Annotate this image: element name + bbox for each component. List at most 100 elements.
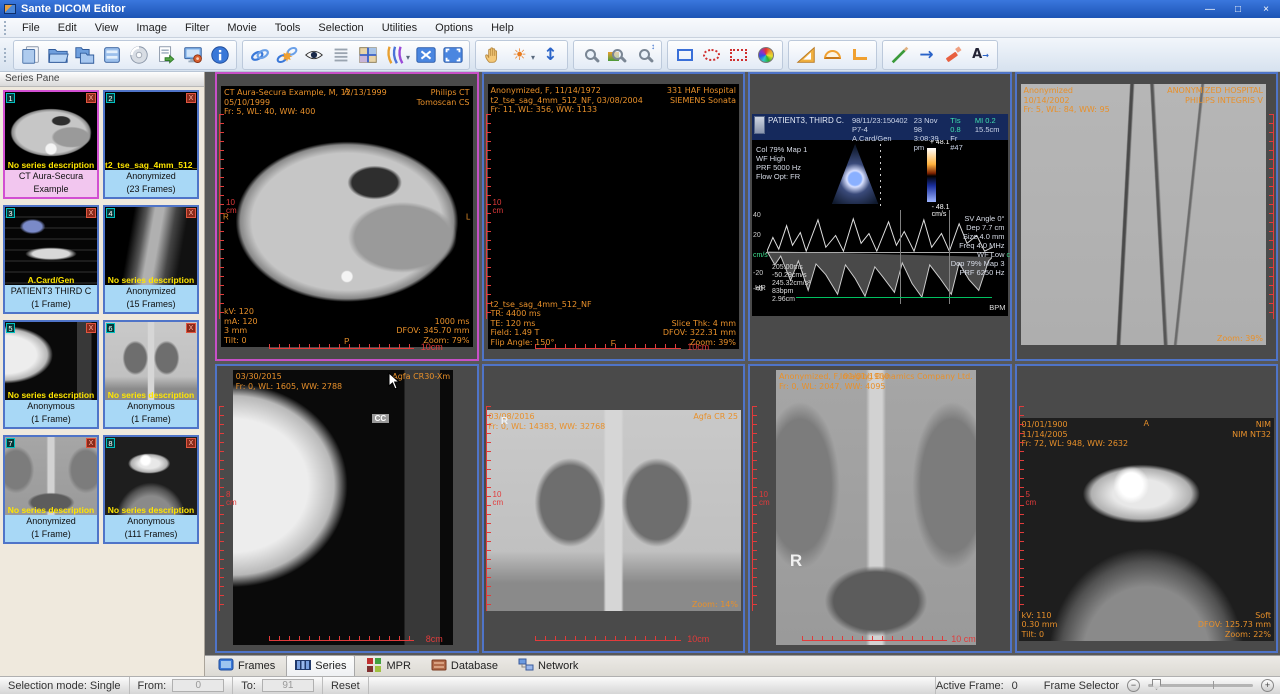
from-field[interactable]: 0 (172, 679, 224, 692)
ultrasound-header: PATIENT3, THIRD C. 98/11/23:150402 P7-4 … (752, 114, 1008, 140)
frame-selector-plus-button[interactable]: + (1261, 679, 1274, 692)
tab-mpr[interactable]: MPR (357, 654, 419, 679)
angle-icon[interactable] (846, 41, 873, 68)
thumbnail-series-1[interactable]: 1 X No series description CT Aura-Secura… (3, 90, 99, 199)
thumbnail-close-icon[interactable]: X (186, 438, 196, 448)
thumbnail-series-8[interactable]: 8 X No series description Anonymous(111 … (103, 435, 199, 544)
menu-utilities[interactable]: Utilities (373, 20, 426, 36)
thumbnail-series-2[interactable]: 2 X t2_tse_sag_4mm_512_NF Anonymized(23 … (103, 90, 199, 199)
spectral-scale-right: 4020cm/s-20-40 (993, 210, 1007, 306)
thumbnail-close-icon[interactable]: X (186, 208, 196, 218)
thumbnail-close-icon[interactable]: X (86, 208, 96, 218)
zoom-icon[interactable] (577, 41, 604, 68)
frame-selector-slider[interactable] (1148, 684, 1253, 687)
pan-hand-icon[interactable] (479, 41, 506, 68)
viewport-mri-brain[interactable]: Anonymized, F, 11/14/1972 t2_tse_sag_4mm… (482, 72, 746, 361)
thumbnail-close-icon[interactable]: X (86, 438, 96, 448)
frame-selector-minus-button[interactable]: − (1127, 679, 1140, 692)
display-settings-icon[interactable] (179, 41, 206, 68)
thumbnail-close-icon[interactable]: X (186, 323, 196, 333)
arrow-icon[interactable]: → (913, 41, 940, 68)
tab-frames[interactable]: Frames (209, 655, 284, 678)
protractor-icon[interactable] (819, 41, 846, 68)
tab-database[interactable]: Database (422, 654, 507, 679)
paste-icon[interactable] (17, 41, 44, 68)
thumbnail-series-5[interactable]: 5 X No series description Anonymous(1 Fr… (3, 320, 99, 429)
dicom-overlay-top-left: Anonymized 10/14/2002 Fr: 5, WL: 84, WW:… (1024, 86, 1110, 115)
thumbnail-series-7[interactable]: 7 X No series description Anonymized(1 F… (3, 435, 99, 544)
menu-options[interactable]: Options (426, 20, 482, 36)
horizontal-ruler (802, 636, 947, 641)
full-screen-icon[interactable] (439, 41, 466, 68)
close-button[interactable]: × (1252, 1, 1280, 17)
pencil-icon[interactable] (886, 41, 913, 68)
viewport-dental-ct[interactable]: 01/01/1900 11/14/2005 Fr: 72, WL: 948, W… (1015, 364, 1279, 653)
time-cursor (900, 210, 901, 304)
menu-help[interactable]: Help (482, 20, 523, 36)
thumbnail-close-icon[interactable]: X (86, 93, 96, 103)
dicom-overlay-bottom-right: Soft DFOV: 125.73 mm Zoom: 22% (1198, 611, 1271, 640)
open-multiple-icon[interactable] (71, 41, 98, 68)
us-depth: 15.5cm (975, 125, 1000, 134)
dicom-overlay-top-right: Philips CT Tomoscan CS (417, 88, 470, 107)
viewport-chest-xray[interactable]: 03/08/2016 Fr: 0, WL: 14383, WW: 32768 A… (482, 364, 746, 653)
link-icon[interactable] (246, 41, 273, 68)
menu-filter[interactable]: Filter (176, 20, 218, 36)
viewport-ct-abdomen[interactable]: CT Aura-Secura Example, M, 12/13/1999 05… (215, 72, 479, 361)
zoom-image-icon[interactable] (604, 41, 631, 68)
rectangle-select-icon[interactable] (671, 41, 698, 68)
minimize-button[interactable]: — (1196, 1, 1224, 17)
maximize-button[interactable]: □ (1224, 1, 1252, 17)
brightness-icon[interactable]: ☀ (506, 41, 533, 68)
set-square-ruler-icon[interactable] (792, 41, 819, 68)
slider-thumb[interactable] (1152, 679, 1161, 690)
open-folder-icon[interactable] (44, 41, 71, 68)
orientation-label: A (344, 87, 349, 96)
scroll-frames-icon[interactable]: ↕ (537, 41, 564, 68)
menu-movie[interactable]: Movie (218, 20, 265, 36)
thumbnail-close-icon[interactable]: X (186, 93, 196, 103)
menu-view[interactable]: View (86, 20, 128, 36)
thumbnail-close-icon[interactable]: X (86, 323, 96, 333)
thumbnail-series-6[interactable]: 6 X No series description Anonymous(1 Fr… (103, 320, 199, 429)
viewport-abdomen-xray[interactable]: Anonymized, F, 01/01/1900 Fr: 0, WL: 204… (748, 364, 1012, 653)
menu-selection[interactable]: Selection (309, 20, 372, 36)
unlink-icon[interactable] (273, 41, 300, 68)
text-icon[interactable]: A→ (967, 41, 994, 68)
save-icon[interactable] (98, 41, 125, 68)
viewport-angiogram-legs[interactable]: Anonymized 10/14/2002 Fr: 5, WL: 84, WW:… (1015, 72, 1279, 361)
ellipse-roi-icon[interactable] (698, 41, 725, 68)
burn-cd-icon[interactable] (125, 41, 152, 68)
thumbnail-image: 3 X A.Card/Gen (5, 207, 97, 285)
menu-tools[interactable]: Tools (266, 20, 310, 36)
vertical-ruler (219, 406, 224, 611)
zoom-fit-icon[interactable]: ↕ (631, 41, 658, 68)
thumbnail-series-3[interactable]: 3 X A.Card/Gen PATIENT3 THIRD C(1 Frame) (3, 205, 99, 314)
fit-window-icon[interactable] (412, 41, 439, 68)
menu-edit[interactable]: Edit (49, 20, 86, 36)
menu-image[interactable]: Image (127, 20, 176, 36)
viewport-mammogram[interactable]: 03/30/2015 Fr: 0, WL: 1605, WW: 2788 Agf… (215, 364, 479, 653)
series-name: CT Aura-Secura Example (5, 170, 97, 196)
tab-network[interactable]: Network (509, 655, 587, 678)
viewport-ultrasound-doppler[interactable]: PATIENT3, THIRD C. 98/11/23:150402 P7-4 … (748, 72, 1012, 361)
info-icon[interactable] (206, 41, 233, 68)
stack-icon[interactable] (327, 41, 354, 68)
horizontal-ruler-label: 10cm (687, 634, 709, 644)
series-pane: Series Pane 1 X No series description CT… (0, 72, 205, 676)
rectangle-roi-icon[interactable] (725, 41, 752, 68)
view-eye-icon[interactable] (300, 41, 327, 68)
toolbar-group-file (13, 40, 237, 70)
series-frames: (1 Frame) (5, 413, 97, 426)
menu-file[interactable]: File (13, 20, 49, 36)
marker-icon[interactable] (940, 41, 967, 68)
to-field[interactable]: 91 (262, 679, 314, 692)
thumbnail-series-4[interactable]: 4 X No series description Anonymized(15 … (103, 205, 199, 314)
reset-button[interactable]: Reset (323, 677, 369, 694)
to-label: To: (241, 680, 256, 692)
export-icon[interactable] (152, 41, 179, 68)
tab-series[interactable]: Series (286, 655, 355, 678)
color-palette-icon[interactable] (752, 41, 779, 68)
series-tags-icon[interactable] (381, 41, 408, 68)
layout-quad-icon[interactable] (354, 41, 381, 68)
